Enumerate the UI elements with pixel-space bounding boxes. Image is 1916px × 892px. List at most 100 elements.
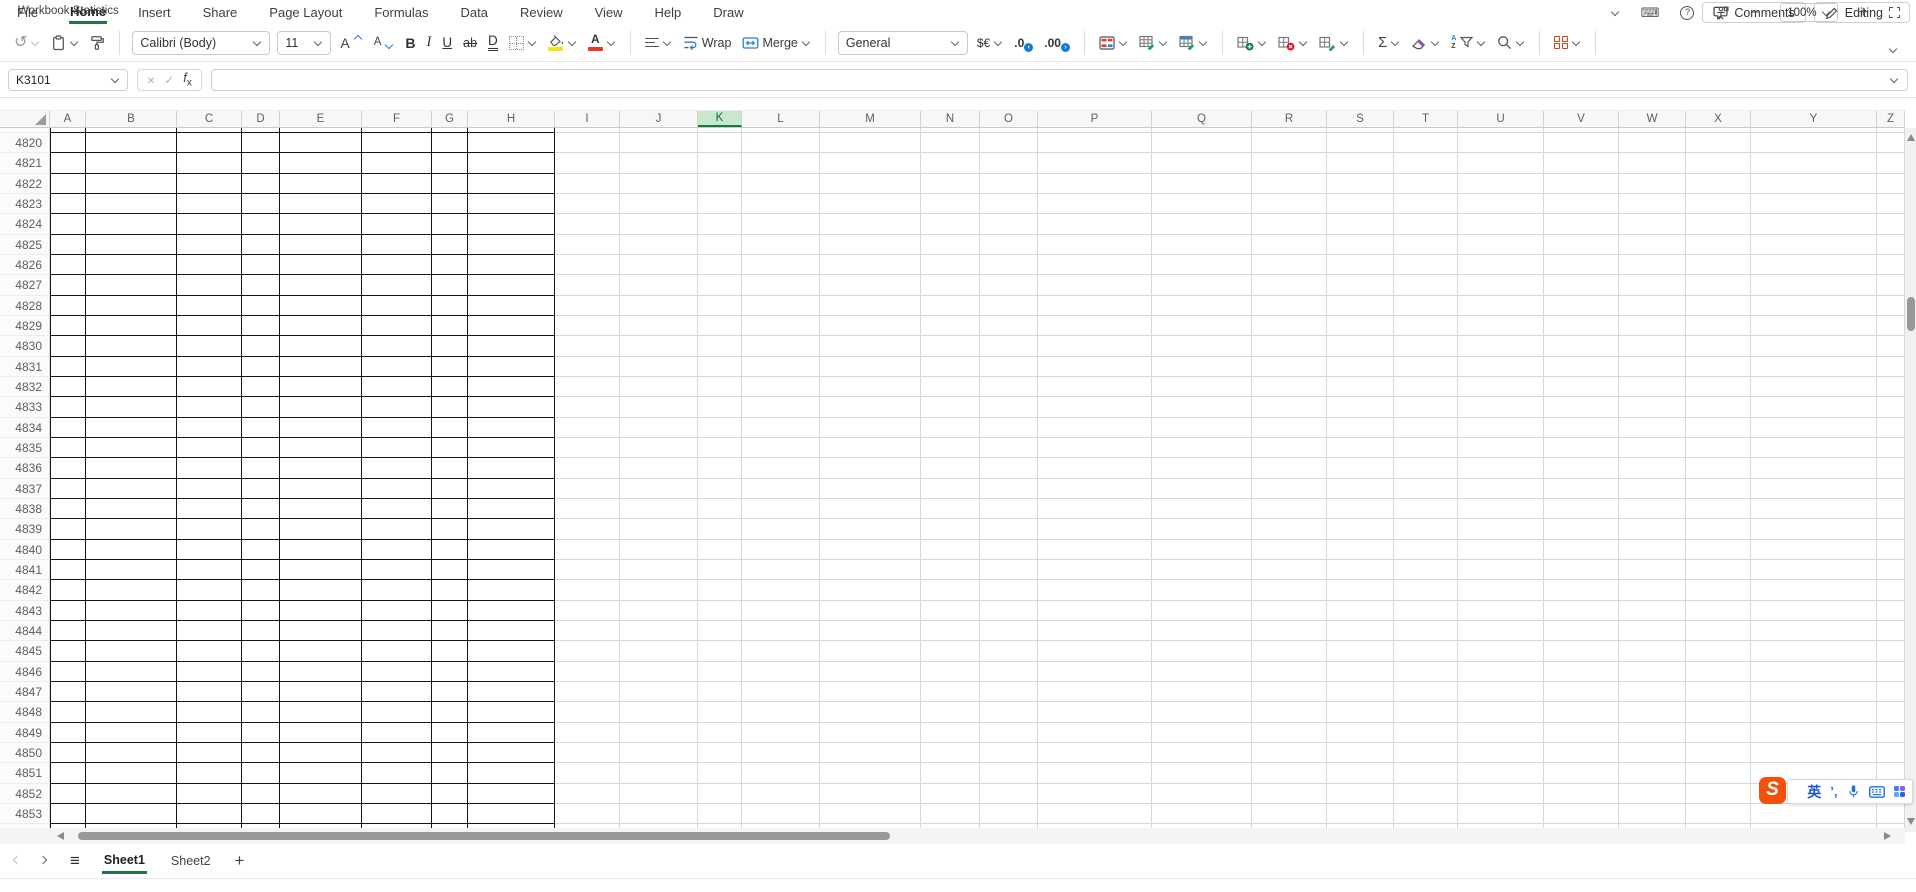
cell-A4830[interactable] (50, 336, 86, 356)
cell-D4848[interactable] (242, 702, 280, 722)
cell-G4841[interactable] (432, 560, 468, 580)
cell-C4828[interactable] (177, 296, 242, 316)
row-header-4847[interactable]: 4847 (0, 682, 50, 702)
cell-C4844[interactable] (177, 621, 242, 641)
cell-S4842[interactable] (1327, 580, 1394, 600)
cell-S4824[interactable] (1327, 214, 1394, 234)
cell-U4841[interactable] (1458, 560, 1544, 580)
column-header-X[interactable]: X (1686, 111, 1751, 127)
vertical-scrollbar[interactable] (1905, 128, 1916, 832)
row-header-4835[interactable]: 4835 (0, 438, 50, 458)
cell-L4841[interactable] (742, 560, 820, 580)
cell-N4840[interactable] (921, 540, 980, 560)
wrap-text-button[interactable]: Wrap (681, 29, 734, 57)
cell-T4824[interactable] (1394, 214, 1458, 234)
cell-V4850[interactable] (1544, 743, 1619, 763)
cell-Q4823[interactable] (1152, 194, 1252, 214)
cell-G4837[interactable] (432, 479, 468, 499)
cell-G4825[interactable] (432, 235, 468, 255)
cell-A4851[interactable] (50, 763, 86, 783)
cell-I4837[interactable] (555, 479, 620, 499)
cell-E4840[interactable] (280, 540, 362, 560)
cell-R4828[interactable] (1252, 296, 1327, 316)
fullscreen-icon[interactable] (1889, 7, 1900, 18)
cell-H4839[interactable] (468, 519, 555, 539)
cell-K4844[interactable] (698, 621, 742, 641)
cell-C4826[interactable] (177, 255, 242, 275)
cell-V4846[interactable] (1544, 662, 1619, 682)
cell-L4844[interactable] (742, 621, 820, 641)
cell-S4843[interactable] (1327, 601, 1394, 621)
cell-G4849[interactable] (432, 723, 468, 743)
insert-cells-button[interactable] (1235, 29, 1269, 57)
row-header-4823[interactable]: 4823 (0, 194, 50, 214)
cell-S4827[interactable] (1327, 275, 1394, 295)
cell-C4849[interactable] (177, 723, 242, 743)
cell-G4846[interactable] (432, 662, 468, 682)
cell-O4826[interactable] (980, 255, 1038, 275)
cell-V4834[interactable] (1544, 418, 1619, 438)
cell-F4820[interactable] (362, 133, 432, 153)
cell-D4837[interactable] (242, 479, 280, 499)
cell-U4839[interactable] (1458, 519, 1544, 539)
cell-S4830[interactable] (1327, 336, 1394, 356)
row-header-4825[interactable]: 4825 (0, 235, 50, 255)
cell-C4847[interactable] (177, 682, 242, 702)
cell-J4834[interactable] (620, 418, 698, 438)
cell-U4833[interactable] (1458, 397, 1544, 417)
cell-U4827[interactable] (1458, 275, 1544, 295)
cell-I4839[interactable] (555, 519, 620, 539)
cell-V4829[interactable] (1544, 316, 1619, 336)
cell-I4848[interactable] (555, 702, 620, 722)
cell-O4841[interactable] (980, 560, 1038, 580)
cell-W4831[interactable] (1619, 357, 1686, 377)
cell-M4825[interactable] (820, 235, 921, 255)
cell-F4848[interactable] (362, 702, 432, 722)
cell-X4834[interactable] (1686, 418, 1751, 438)
cell-U4836[interactable] (1458, 458, 1544, 478)
cell-I4833[interactable] (555, 397, 620, 417)
cell-F4839[interactable] (362, 519, 432, 539)
cell-B4852[interactable] (86, 784, 177, 804)
scroll-up-arrow-icon[interactable] (1907, 134, 1915, 141)
cell-J4840[interactable] (620, 540, 698, 560)
cell-R4830[interactable] (1252, 336, 1327, 356)
cell-N4829[interactable] (921, 316, 980, 336)
cell-G4850[interactable] (432, 743, 468, 763)
cell-Y4829[interactable] (1751, 316, 1877, 336)
cell-O4840[interactable] (980, 540, 1038, 560)
cell-J4853[interactable] (620, 804, 698, 824)
cell-J4821[interactable] (620, 153, 698, 173)
row-header-4851[interactable]: 4851 (0, 763, 50, 783)
cell-D4852[interactable] (242, 784, 280, 804)
cell-F4824[interactable] (362, 214, 432, 234)
cell-I4845[interactable] (555, 641, 620, 661)
cell-P4850[interactable] (1038, 743, 1152, 763)
cell-P4846[interactable] (1038, 662, 1152, 682)
cell-Z4833[interactable] (1877, 397, 1905, 417)
cell-G4822[interactable] (432, 174, 468, 194)
menu-tab-formulas[interactable]: Formulas (373, 2, 429, 22)
cell-Z4842[interactable] (1877, 580, 1905, 600)
cell-I4840[interactable] (555, 540, 620, 560)
cell-S4853[interactable] (1327, 804, 1394, 824)
cell-H4828[interactable] (468, 296, 555, 316)
cell-Y4821[interactable] (1751, 153, 1877, 173)
cell-V4843[interactable] (1544, 601, 1619, 621)
cell-L4822[interactable] (742, 174, 820, 194)
cell-P4836[interactable] (1038, 458, 1152, 478)
cell-E4852[interactable] (280, 784, 362, 804)
cell-D4823[interactable] (242, 194, 280, 214)
cell-Q4834[interactable] (1152, 418, 1252, 438)
row-header-4837[interactable]: 4837 (0, 479, 50, 499)
cell-K4851[interactable] (698, 763, 742, 783)
cell-R4835[interactable] (1252, 438, 1327, 458)
cell-X4846[interactable] (1686, 662, 1751, 682)
cell-H4833[interactable] (468, 397, 555, 417)
cell-N4824[interactable] (921, 214, 980, 234)
expand-formula-bar-chevron-icon[interactable] (1890, 74, 1898, 82)
cell-G4832[interactable] (432, 377, 468, 397)
row-header-4833[interactable]: 4833 (0, 397, 50, 417)
cell-K4821[interactable] (698, 153, 742, 173)
cell-U4831[interactable] (1458, 357, 1544, 377)
